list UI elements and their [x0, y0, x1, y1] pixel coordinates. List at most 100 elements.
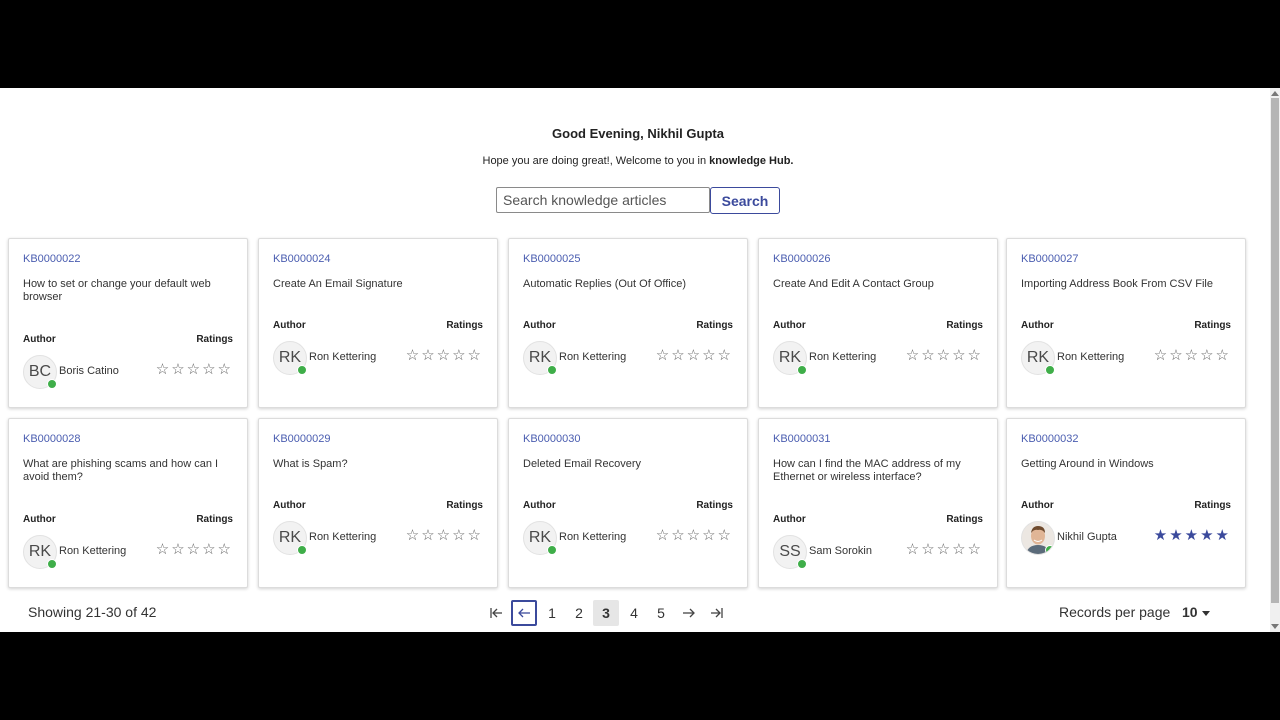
avatar-initials: RK — [1026, 349, 1050, 366]
star-icon[interactable]: ★ — [1169, 527, 1184, 544]
ratings-label: Ratings — [696, 320, 733, 331]
article-id-link[interactable]: KB0000026 — [773, 253, 831, 265]
article-card[interactable]: KB0000032 Getting Around in Windows Auth… — [1006, 418, 1246, 588]
star-icon[interactable]: ☆ — [437, 347, 452, 364]
author-label: Author — [273, 500, 306, 511]
first-page-icon — [490, 608, 502, 618]
article-card[interactable]: KB0000030 Deleted Email Recovery Author … — [508, 418, 748, 588]
star-icon[interactable]: ☆ — [671, 527, 686, 544]
avatar-initials: RK — [778, 349, 802, 366]
page-number-button[interactable]: 4 — [621, 600, 647, 626]
vertical-scrollbar[interactable] — [1270, 88, 1280, 632]
star-icon[interactable]: ☆ — [656, 527, 671, 544]
article-id-link[interactable]: KB0000025 — [523, 253, 581, 265]
star-icon[interactable]: ☆ — [171, 541, 186, 558]
star-icon[interactable]: ☆ — [452, 347, 467, 364]
star-icon[interactable]: ☆ — [171, 361, 186, 378]
star-rating: ☆☆☆☆☆ — [656, 526, 733, 544]
star-icon[interactable]: ★ — [1200, 527, 1215, 544]
scroll-up-icon[interactable] — [1271, 91, 1279, 96]
star-icon[interactable]: ☆ — [702, 347, 717, 364]
star-icon[interactable]: ☆ — [687, 347, 702, 364]
avatar-initials: RK — [528, 349, 552, 366]
search-button[interactable]: Search — [710, 187, 780, 214]
star-icon[interactable]: ☆ — [421, 527, 436, 544]
scroll-down-icon[interactable] — [1271, 624, 1279, 629]
star-icon[interactable]: ☆ — [452, 527, 467, 544]
star-icon[interactable]: ☆ — [687, 527, 702, 544]
star-icon[interactable]: ☆ — [1169, 347, 1184, 364]
star-icon[interactable]: ☆ — [952, 541, 967, 558]
star-icon[interactable]: ☆ — [468, 527, 483, 544]
star-icon[interactable]: ☆ — [406, 527, 421, 544]
star-icon[interactable]: ☆ — [421, 347, 436, 364]
star-icon[interactable]: ☆ — [468, 347, 483, 364]
star-rating: ☆☆☆☆☆ — [906, 540, 983, 558]
star-icon[interactable]: ☆ — [1216, 347, 1231, 364]
page-number-button[interactable]: 5 — [648, 600, 674, 626]
star-icon[interactable]: ★ — [1154, 527, 1169, 544]
scroll-thumb[interactable] — [1271, 98, 1279, 603]
star-icon[interactable]: ☆ — [1200, 347, 1215, 364]
star-icon[interactable]: ☆ — [202, 361, 217, 378]
article-id-link[interactable]: KB0000029 — [273, 433, 331, 445]
article-card[interactable]: KB0000022 How to set or change your defa… — [8, 238, 248, 408]
article-id-link[interactable]: KB0000028 — [23, 433, 81, 445]
star-icon[interactable]: ☆ — [656, 347, 671, 364]
article-card[interactable]: KB0000026 Create And Edit A Contact Grou… — [758, 238, 998, 408]
article-id-link[interactable]: KB0000032 — [1021, 433, 1079, 445]
article-card[interactable]: KB0000028 What are phishing scams and ho… — [8, 418, 248, 588]
article-id-link[interactable]: KB0000030 — [523, 433, 581, 445]
article-card[interactable]: KB0000029 What is Spam? Author Ratings R… — [258, 418, 498, 588]
star-icon[interactable]: ☆ — [1185, 347, 1200, 364]
page-number-button[interactable]: 2 — [566, 600, 592, 626]
star-icon[interactable]: ☆ — [906, 541, 921, 558]
author-label: Author — [1021, 500, 1054, 511]
star-icon[interactable]: ☆ — [937, 541, 952, 558]
page-number-button[interactable]: 3 — [593, 600, 619, 626]
first-page-button[interactable] — [483, 600, 509, 626]
article-id-link[interactable]: KB0000027 — [1021, 253, 1079, 265]
page-number-button[interactable]: 1 — [539, 600, 565, 626]
star-icon[interactable]: ☆ — [156, 361, 171, 378]
star-icon[interactable]: ☆ — [718, 347, 733, 364]
author-name: Nikhil Gupta — [1057, 531, 1117, 543]
article-id-link[interactable]: KB0000024 — [273, 253, 331, 265]
star-icon[interactable]: ☆ — [1154, 347, 1169, 364]
records-per-page-select[interactable]: 10 — [1182, 604, 1210, 620]
star-icon[interactable]: ☆ — [218, 541, 233, 558]
star-icon[interactable]: ☆ — [218, 361, 233, 378]
star-icon[interactable]: ☆ — [921, 347, 936, 364]
previous-page-button[interactable] — [511, 600, 537, 626]
article-card[interactable]: KB0000027 Importing Address Book From CS… — [1006, 238, 1246, 408]
star-icon[interactable]: ★ — [1216, 527, 1231, 544]
article-id-link[interactable]: KB0000031 — [773, 433, 831, 445]
star-icon[interactable]: ☆ — [968, 541, 983, 558]
star-icon[interactable]: ☆ — [906, 347, 921, 364]
search-input[interactable] — [496, 187, 710, 213]
star-icon[interactable]: ☆ — [156, 541, 171, 558]
star-icon[interactable]: ☆ — [187, 361, 202, 378]
star-icon[interactable]: ☆ — [937, 347, 952, 364]
star-icon[interactable]: ☆ — [702, 527, 717, 544]
article-card[interactable]: KB0000031 How can I find the MAC address… — [758, 418, 998, 588]
article-title: What is Spam? — [273, 458, 348, 470]
star-icon[interactable]: ☆ — [952, 347, 967, 364]
star-icon[interactable]: ☆ — [187, 541, 202, 558]
star-icon[interactable]: ☆ — [968, 347, 983, 364]
star-icon[interactable]: ☆ — [406, 347, 421, 364]
showing-count: Showing 21-30 of 42 — [28, 604, 157, 620]
article-id-link[interactable]: KB0000022 — [23, 253, 81, 265]
last-page-button[interactable] — [704, 600, 730, 626]
last-page-icon — [711, 608, 723, 618]
star-icon[interactable]: ☆ — [437, 527, 452, 544]
article-card[interactable]: KB0000024 Create An Email Signature Auth… — [258, 238, 498, 408]
star-icon[interactable]: ★ — [1185, 527, 1200, 544]
star-icon[interactable]: ☆ — [671, 347, 686, 364]
author-name: Ron Kettering — [1057, 351, 1125, 363]
next-page-button[interactable] — [676, 600, 702, 626]
star-icon[interactable]: ☆ — [921, 541, 936, 558]
star-icon[interactable]: ☆ — [202, 541, 217, 558]
star-icon[interactable]: ☆ — [718, 527, 733, 544]
article-card[interactable]: KB0000025 Automatic Replies (Out Of Offi… — [508, 238, 748, 408]
